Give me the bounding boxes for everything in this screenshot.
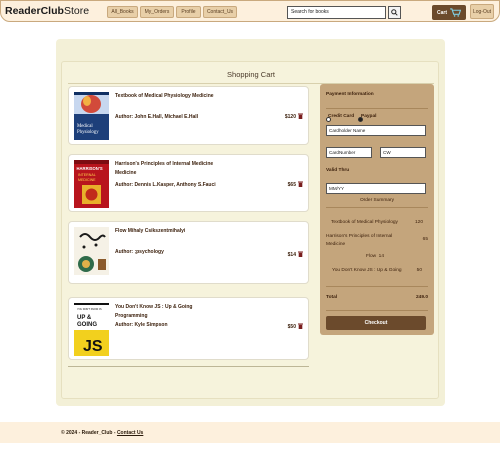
- svg-text:Physiology: Physiology: [77, 130, 99, 135]
- svg-text:GOING: GOING: [77, 322, 97, 328]
- summary-item-name: Flow: [366, 254, 377, 259]
- svg-text:INTERNAL: INTERNAL: [78, 173, 96, 177]
- svg-text:MEDICINE: MEDICINE: [78, 178, 96, 182]
- brand-logo[interactable]: ReaderClubStore: [5, 5, 89, 17]
- footer-contact-link[interactable]: Contact Us: [117, 430, 143, 436]
- credit-card-label[interactable]: Credit Card: [328, 114, 354, 119]
- book-cover-image: YOU DON'T KNOW JS UP & GOING JS: [74, 303, 109, 356]
- item-title: You Don't Know JS : Up & Going Programmi…: [115, 304, 193, 319]
- paypal-label[interactable]: Paypal: [361, 114, 376, 119]
- payment-title: Payment Information: [326, 92, 374, 97]
- payment-panel: Payment Information Credit Card Paypal C…: [320, 84, 434, 335]
- search-button[interactable]: [388, 6, 401, 19]
- summary-item-value: 14: [378, 254, 384, 259]
- brand-suffix: Store: [63, 5, 90, 17]
- summary-item-name: Harrison's Principles of Internal Medici…: [326, 234, 393, 247]
- cardholder-name-input[interactable]: Cardholder Name: [326, 125, 426, 136]
- nav-profile[interactable]: Profile: [176, 6, 201, 18]
- top-navbar: ReaderClubStore All_Books My_Orders Prof…: [0, 0, 500, 22]
- divider: [326, 310, 428, 311]
- summary-item-value: 65: [422, 237, 428, 242]
- cart-button[interactable]: Cart: [432, 5, 466, 20]
- nav-contact-us[interactable]: Contact_Us: [203, 6, 237, 18]
- nav-all-books[interactable]: All_Books: [107, 6, 138, 18]
- nav-my-orders[interactable]: My_Orders: [140, 6, 174, 18]
- summary-item-name: You Don't Know JS : Up & Going: [332, 268, 402, 273]
- cart-label: Cart: [436, 9, 447, 16]
- trash-icon[interactable]: [298, 251, 303, 257]
- svg-text:Medical: Medical: [77, 124, 93, 129]
- item-price: $65: [287, 182, 296, 188]
- divider: [326, 207, 428, 208]
- cart-item: Flow Mihaly Csikszentmihalyi Author: ;ps…: [68, 221, 309, 284]
- book-cover-image: Medical Physiology: [74, 92, 109, 140]
- cart-item: Medical Physiology Textbook of Medical P…: [68, 86, 309, 145]
- svg-text:JS: JS: [83, 338, 103, 355]
- svg-text:HARRISON'S: HARRISON'S: [77, 166, 103, 171]
- shopping-cart-icon: [450, 8, 461, 17]
- total-label: Total: [326, 295, 338, 300]
- order-summary-title: Order Summary: [359, 198, 395, 203]
- divider: [68, 366, 309, 367]
- item-author: Author: Dennis L.Kasper, Anthony S.Fauci: [115, 182, 216, 188]
- summary-item-value: 50: [416, 268, 422, 273]
- item-price: $120: [284, 114, 296, 120]
- checkout-button[interactable]: Checkout: [326, 316, 426, 330]
- trash-icon[interactable]: [298, 113, 303, 119]
- expiry-input[interactable]: MM/YY: [326, 183, 426, 194]
- trash-icon[interactable]: [298, 181, 303, 187]
- cart-item: HARRISON'S INTERNAL MEDICINE Harrison's …: [68, 154, 309, 212]
- svg-text:UP &: UP &: [77, 315, 92, 321]
- main-container: Shopping Cart Medical Physiology Textboo…: [56, 39, 445, 406]
- cvv-input[interactable]: CW: [380, 147, 426, 158]
- cart-panel: Shopping Cart Medical Physiology Textboo…: [61, 61, 439, 399]
- copyright-text: © 2024 - Reader_Club -: [61, 430, 117, 436]
- cart-item: YOU DON'T KNOW JS UP & GOING JS You Don'…: [68, 297, 309, 360]
- footer: © 2024 - Reader_Club - Contact Us: [0, 422, 500, 443]
- item-author: Author: Kyle Simpson: [115, 322, 168, 328]
- card-number-input[interactable]: CardNumber: [326, 147, 372, 158]
- search-icon: [391, 9, 398, 16]
- item-price: $50: [287, 324, 296, 330]
- total-value: 249.0: [415, 295, 428, 300]
- item-price: $14: [287, 252, 296, 258]
- logout-button[interactable]: Log-Out: [470, 4, 494, 19]
- brand-name: ReaderClub: [5, 5, 64, 17]
- summary-item-value: 120: [414, 220, 423, 225]
- item-title: Textbook of Medical Physiology Medicine: [115, 93, 214, 99]
- item-author: Author: John E.Hall, Michael E.Hall: [115, 114, 199, 120]
- item-title: Harrison's Principles of Internal Medici…: [115, 161, 214, 176]
- valid-thru-label: Valid Thru: [326, 168, 350, 173]
- book-cover-image: [74, 227, 109, 275]
- search-input[interactable]: Search for books: [287, 6, 386, 19]
- trash-icon[interactable]: [298, 323, 303, 329]
- item-title: Flow Mihaly Csikszentmihalyi: [115, 228, 186, 234]
- footer-text: © 2024 - Reader_Club - Contact Us: [61, 430, 143, 436]
- item-author: Author: ;psychology: [115, 249, 164, 255]
- svg-text:YOU DON'T KNOW JS: YOU DON'T KNOW JS: [77, 308, 102, 311]
- divider: [326, 286, 428, 287]
- divider: [326, 108, 428, 109]
- book-cover-image: HARRISON'S INTERNAL MEDICINE: [74, 160, 109, 208]
- summary-item-name: Textbook of Medical Physiology: [331, 220, 398, 225]
- page-title: Shopping Cart: [227, 70, 275, 79]
